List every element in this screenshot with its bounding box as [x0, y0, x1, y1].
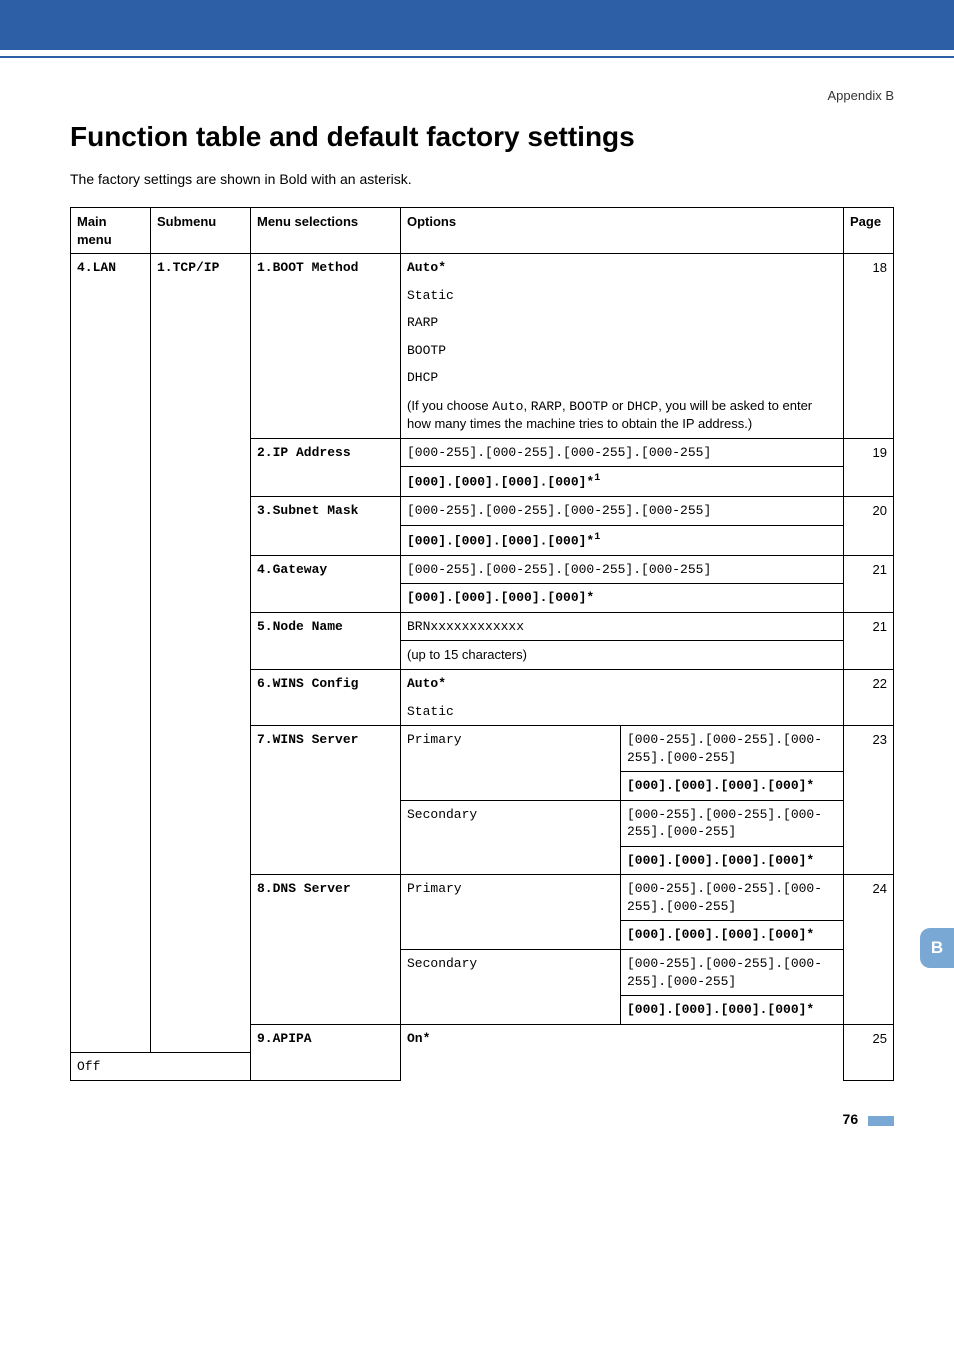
note-c4: DHCP — [627, 399, 658, 414]
dns-p-default: [000].[000].[000].[000]* — [621, 921, 844, 950]
header-bar — [0, 0, 954, 50]
page-winsc: 22 — [844, 669, 894, 725]
opt-boot-auto: Auto* — [401, 254, 844, 282]
sel-boot-method: 1.BOOT Method — [251, 254, 401, 439]
page-subnet: 20 — [844, 497, 894, 555]
winss-p-default: [000].[000].[000].[000]* — [621, 772, 844, 801]
table-header-row: Main menu Submenu Menu selections Option… — [71, 208, 894, 254]
dns-s-range: [000-255].[000-255].[000-255].[000-255] — [621, 949, 844, 995]
opt-winsc-auto: Auto* — [401, 669, 844, 697]
winss-s-default: [000].[000].[000].[000]* — [621, 846, 844, 875]
opt-winsc-static: Static — [401, 698, 844, 726]
opt-subnet-default: [000].[000].[000].[000]*1 — [401, 525, 844, 555]
dns-primary: Primary — [401, 875, 621, 950]
sel-winsc: 6.WINS Config — [251, 669, 401, 725]
footer: 76 — [0, 1101, 954, 1147]
th-main-menu: Main menu — [71, 208, 151, 254]
page-boot: 18 — [844, 254, 894, 439]
opt-gateway-default: [000].[000].[000].[000]* — [401, 584, 844, 613]
note-pre: (If you choose — [407, 398, 492, 413]
opt-ip-range: [000-255].[000-255].[000-255].[000-255] — [401, 438, 844, 467]
side-tab: B — [920, 928, 954, 968]
note-s1: , — [524, 398, 531, 413]
dns-p-range: [000-255].[000-255].[000-255].[000-255] — [621, 875, 844, 921]
winss-primary: Primary — [401, 726, 621, 801]
sel-subnet: 3.Subnet Mask — [251, 497, 401, 555]
opt-boot-note: (If you choose Auto, RARP, BOOTP or DHCP… — [401, 392, 844, 439]
page-heading: Function table and default factory setti… — [70, 121, 894, 153]
page-node: 21 — [844, 612, 894, 669]
appendix-label: Appendix B — [70, 88, 894, 103]
th-submenu: Submenu — [151, 208, 251, 254]
note-s3: or — [608, 398, 627, 413]
submenu-cell: 1.TCP/IP — [151, 254, 251, 1053]
th-options: Options — [401, 208, 844, 254]
sel-winss: 7.WINS Server — [251, 726, 401, 875]
opt-boot-static: Static — [401, 282, 844, 310]
opt-subnet-range: [000-255].[000-255].[000-255].[000-255] — [401, 497, 844, 526]
opt-node-note: (up to 15 characters) — [401, 641, 844, 670]
page-gateway: 21 — [844, 555, 894, 612]
ip-foot: 1 — [594, 473, 600, 484]
page-apipa: 25 — [844, 1024, 894, 1081]
opt-apipa-on: On* — [401, 1024, 844, 1052]
note-c2: RARP — [531, 399, 562, 414]
opt-gateway-range: [000-255].[000-255].[000-255].[000-255] — [401, 555, 844, 584]
sel-node: 5.Node Name — [251, 612, 401, 669]
winss-s-range: [000-255].[000-255].[000-255].[000-255] — [621, 800, 844, 846]
sel-apipa: 9.APIPA — [251, 1024, 401, 1081]
page-dns: 24 — [844, 875, 894, 1024]
opt-node-value: BRNxxxxxxxxxxxx — [401, 612, 844, 641]
sel-ip-address: 2.IP Address — [251, 438, 401, 496]
page-ip: 19 — [844, 438, 894, 496]
ip-default-text: [000].[000].[000].[000]* — [407, 475, 594, 490]
opt-ip-default: [000].[000].[000].[000]*1 — [401, 467, 844, 497]
opt-boot-dhcp: DHCP — [401, 364, 844, 392]
note-c1: Auto — [492, 399, 523, 414]
th-page: Page — [844, 208, 894, 254]
th-menu-selections: Menu selections — [251, 208, 401, 254]
page-tick-icon — [868, 1116, 894, 1126]
page-winss: 23 — [844, 726, 894, 875]
sel-gateway: 4.Gateway — [251, 555, 401, 612]
winss-p-range: [000-255].[000-255].[000-255].[000-255] — [621, 726, 844, 772]
opt-boot-rarp: RARP — [401, 309, 844, 337]
winss-secondary: Secondary — [401, 800, 621, 875]
sel-dns: 8.DNS Server — [251, 875, 401, 1024]
opt-apipa-off: Off — [71, 1052, 251, 1081]
intro-text: The factory settings are shown in Bold w… — [70, 171, 894, 187]
page-number: 76 — [843, 1111, 859, 1127]
settings-table: Main menu Submenu Menu selections Option… — [70, 207, 894, 1081]
opt-boot-bootp: BOOTP — [401, 337, 844, 365]
subnet-default-text: [000].[000].[000].[000]* — [407, 533, 594, 548]
dns-s-default: [000].[000].[000].[000]* — [621, 996, 844, 1025]
dns-secondary: Secondary — [401, 949, 621, 1024]
main-menu-cell: 4.LAN — [71, 254, 151, 1053]
subnet-foot: 1 — [594, 532, 600, 543]
note-c3: BOOTP — [569, 399, 608, 414]
